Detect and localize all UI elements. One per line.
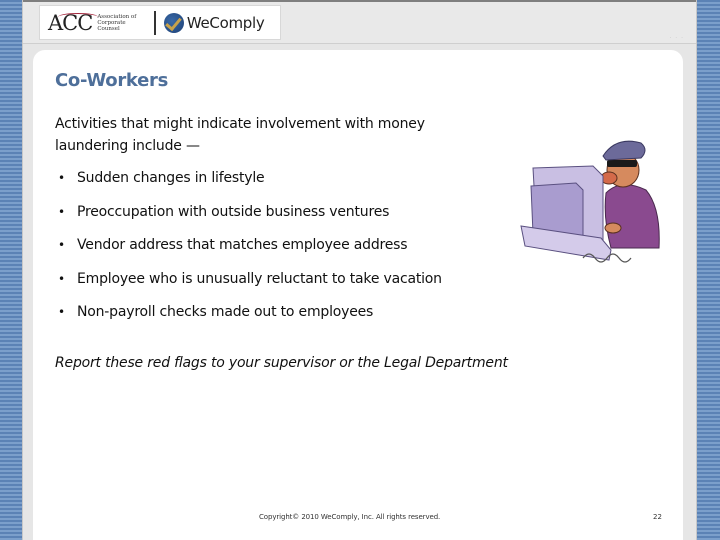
bullet-item: • Non-payroll checks made out to employe… — [55, 301, 442, 323]
slide-title: Co-Workers — [55, 70, 168, 91]
acc-logo: ACC Association of Corporate Counsel — [48, 11, 147, 35]
logo-divider — [154, 10, 156, 35]
wecomply-logo: WeComply — [163, 12, 265, 33]
bullet-text: Employee who is unusually reluctant to t… — [77, 270, 442, 287]
header-bar: ACC Association of Corporate Counsel WeC… — [23, 0, 696, 44]
wecomply-logo-text: WeComply — [186, 13, 265, 32]
callout-text: Report these red flags to your superviso… — [55, 355, 508, 371]
acc-logo-text: ACC — [48, 11, 98, 35]
intro-text: Activities that might indicate involveme… — [55, 116, 425, 154]
bullet-item: • Vendor address that matches employee a… — [55, 234, 442, 256]
burglar-body — [604, 184, 660, 249]
bullet-item: • Employee who is unusually reluctant to… — [55, 268, 442, 290]
bullet-list: • Sudden changes in lifestyle • Preoccup… — [55, 167, 442, 335]
checkmark-globe-icon — [163, 12, 184, 33]
bullet-text: Preoccupation with outside business vent… — [77, 203, 390, 220]
bullet-icon: • — [58, 305, 65, 319]
acc-logo-subtitle: Association of Corporate Counsel — [97, 13, 137, 32]
header-dots: · · · — [669, 35, 684, 42]
slide-frame: ACC Association of Corporate Counsel WeC… — [22, 0, 697, 540]
bullet-item: • Preoccupation with outside business ve… — [55, 201, 442, 223]
bullet-icon: • — [58, 171, 65, 185]
copyright-text: Copyright© 2010 WeComply, Inc. All right… — [259, 513, 441, 521]
bullet-icon: • — [58, 204, 65, 219]
slide-content: Co-Workers Activities that might indicat… — [33, 50, 683, 540]
bullet-text: Sudden changes in lifestyle — [77, 170, 265, 186]
burglar-mask — [607, 160, 637, 167]
acc-arc-icon — [58, 12, 98, 21]
burglar-cap — [602, 140, 646, 161]
burglar-computer-illustration — [520, 140, 660, 263]
bullet-icon: • — [58, 271, 65, 286]
bullet-text: Non-payroll checks made out to employees — [77, 304, 374, 320]
logo-box: ACC Association of Corporate Counsel WeC… — [39, 5, 281, 40]
bullet-item: • Sudden changes in lifestyle — [55, 167, 442, 189]
page-number: 22 — [653, 513, 662, 521]
bullet-text: Vendor address that matches employee add… — [77, 237, 408, 253]
bullet-icon: • — [58, 238, 65, 252]
burglar-hand — [604, 222, 622, 234]
